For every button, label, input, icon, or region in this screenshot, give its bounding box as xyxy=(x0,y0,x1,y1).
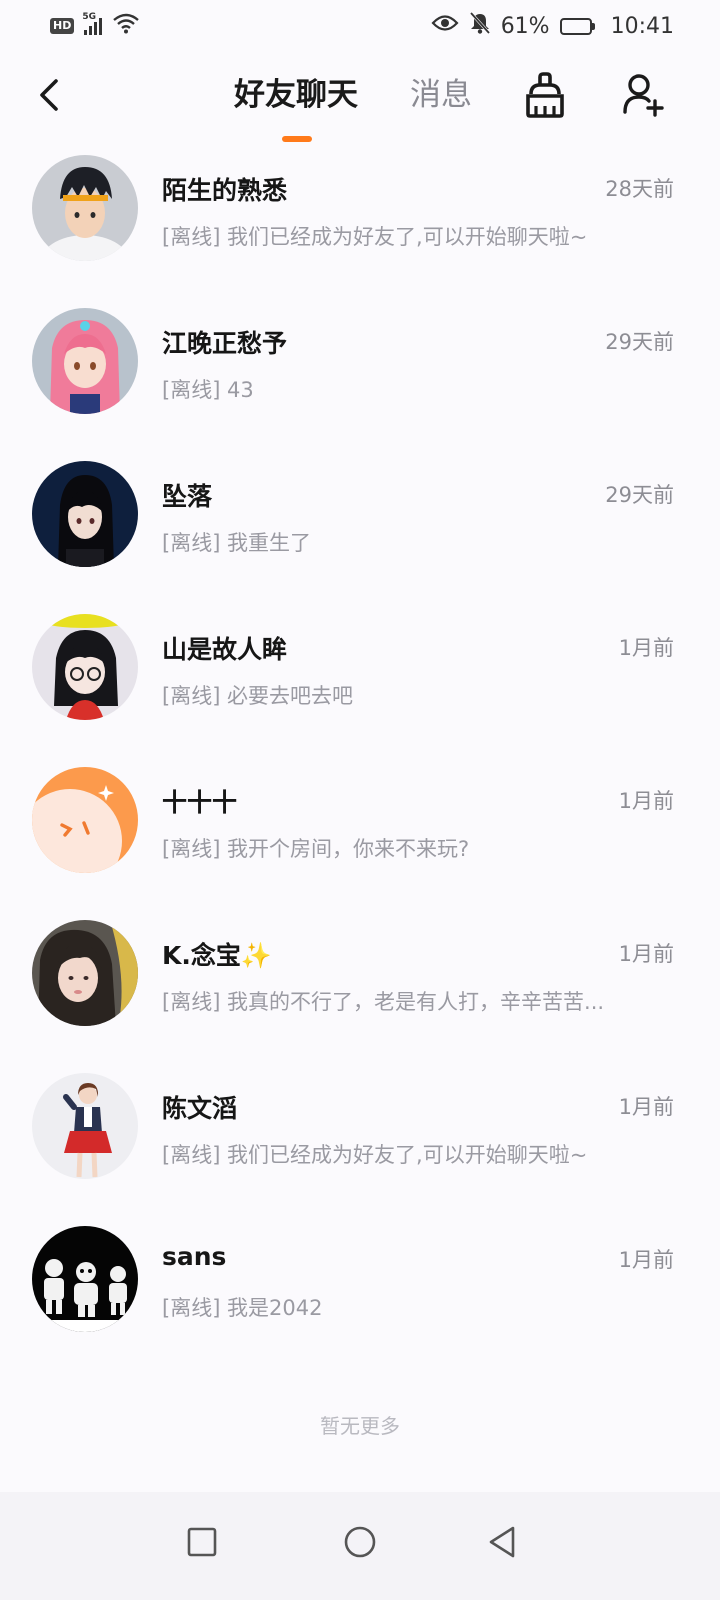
active-tab-indicator xyxy=(282,136,312,142)
add-friend-button[interactable] xyxy=(620,70,668,120)
friend-name: 坠落 xyxy=(162,482,213,511)
no-more-indicator: 暂无更多 xyxy=(320,1414,400,1438)
avatar[interactable] xyxy=(32,1073,138,1179)
last-message-time: 1月前 xyxy=(618,789,674,813)
friend-name: 山是故人眸 xyxy=(162,635,288,664)
battery-percent: 61% xyxy=(500,13,550,39)
last-message-preview: [离线] 我重生了 xyxy=(162,531,312,555)
status-bar: HD 5G 61% 10:41 xyxy=(0,0,720,52)
last-message-time: 29天前 xyxy=(605,330,674,354)
friend-name: K.念宝✨ xyxy=(162,941,272,970)
last-message-time: 28天前 xyxy=(605,177,674,201)
last-message-time: 1月前 xyxy=(618,942,674,966)
clear-unread-button[interactable] xyxy=(521,70,569,120)
avatar[interactable] xyxy=(32,308,138,414)
system-back-button[interactable] xyxy=(472,1512,532,1572)
last-message-time: 1月前 xyxy=(618,1095,674,1119)
mute-bell-icon xyxy=(469,11,491,41)
avatar[interactable] xyxy=(32,614,138,720)
last-message-time: 29天前 xyxy=(605,483,674,507)
friend-name: 陌生的熟悉 xyxy=(162,176,288,205)
last-message-preview: [离线] 我是2042 xyxy=(162,1296,323,1320)
recent-apps-icon xyxy=(187,1527,217,1557)
status-right: 61% 10:41 xyxy=(431,11,674,41)
last-message-time: 1月前 xyxy=(618,636,674,660)
friend-name: sans xyxy=(162,1242,227,1271)
friend-list-item[interactable]: 陈文滔 1月前 [离线] 我们已经成为好友了,可以开始聊天啦~ xyxy=(0,1071,720,1224)
friend-list-item[interactable]: 山是故人眸 1月前 [离线] 必要去吧去吧 xyxy=(0,612,720,765)
friend-list: 陌生的熟悉 28天前 [离线] 我们已经成为好友了,可以开始聊天啦~ 江晚正愁予… xyxy=(0,153,720,1377)
add-friend-icon xyxy=(623,74,664,117)
hd-badge: HD xyxy=(50,18,75,34)
home-icon xyxy=(344,1526,376,1558)
last-message-preview: [离线] 我们已经成为好友了,可以开始聊天啦~ xyxy=(162,225,588,249)
tab-friend-chat[interactable]: 好友聊天 xyxy=(234,74,358,116)
broom-icon xyxy=(526,72,564,118)
battery-icon xyxy=(559,17,595,35)
system-nav-bar xyxy=(0,1492,720,1600)
avatar[interactable] xyxy=(32,920,138,1026)
eye-icon xyxy=(431,13,459,39)
avatar[interactable] xyxy=(32,461,138,567)
cellular-signal-icon: 5G xyxy=(82,12,103,35)
friend-name: 江晚正愁予 xyxy=(162,329,288,358)
friend-list-item[interactable]: 十十十 1月前 [离线] 我开个房间，你来不来玩? xyxy=(0,765,720,918)
last-message-preview: [离线] 我们已经成为好友了,可以开始聊天啦~ xyxy=(162,1143,588,1167)
tab-messages[interactable]: 消息 xyxy=(410,74,472,116)
back-triangle-icon xyxy=(489,1526,515,1558)
friend-list-item[interactable]: sans 1月前 [离线] 我是2042 xyxy=(0,1224,720,1377)
avatar[interactable] xyxy=(32,767,138,873)
network-type: 5G xyxy=(82,11,96,22)
last-message-preview: [离线] 我开个房间，你来不来玩? xyxy=(162,837,470,861)
friend-list-item[interactable]: K.念宝✨ 1月前 [离线] 我真的不行了，老是有人打，辛辛苦苦... xyxy=(0,918,720,1071)
friend-name: 十十十 xyxy=(162,788,238,817)
friend-list-item[interactable]: 坠落 29天前 [离线] 我重生了 xyxy=(0,459,720,612)
avatar[interactable] xyxy=(32,1226,138,1332)
header: 好友聊天 消息 xyxy=(0,60,720,150)
recent-apps-button[interactable] xyxy=(172,1512,232,1572)
last-message-time: 1月前 xyxy=(618,1248,674,1272)
clock: 10:41 xyxy=(610,13,674,39)
home-button[interactable] xyxy=(330,1512,390,1572)
last-message-preview: [离线] 必要去吧去吧 xyxy=(162,684,354,708)
friend-list-item[interactable]: 江晚正愁予 29天前 [离线] 43 xyxy=(0,306,720,459)
wifi-icon xyxy=(112,12,140,40)
last-message-preview: [离线] 43 xyxy=(162,378,254,402)
back-button[interactable] xyxy=(26,72,72,118)
back-arrow-icon xyxy=(40,79,58,111)
friend-name: 陈文滔 xyxy=(162,1094,238,1123)
friend-list-item[interactable]: 陌生的熟悉 28天前 [离线] 我们已经成为好友了,可以开始聊天啦~ xyxy=(0,153,720,306)
avatar[interactable] xyxy=(32,155,138,261)
status-left: HD 5G xyxy=(50,12,140,40)
last-message-preview: [离线] 我真的不行了，老是有人打，辛辛苦苦... xyxy=(162,990,605,1014)
